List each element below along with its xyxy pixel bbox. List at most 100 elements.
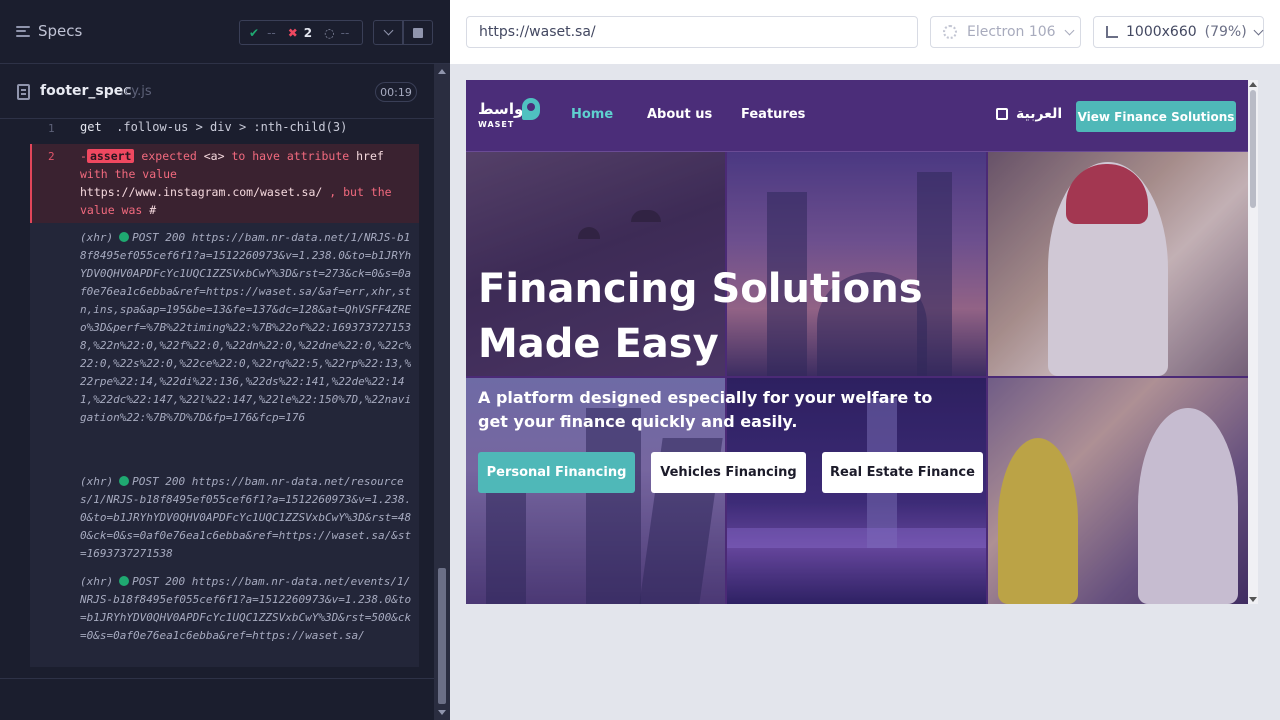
command-number: 1 <box>48 122 55 135</box>
location-pin-icon <box>522 98 540 120</box>
assert-text: to have attribute <box>231 149 350 163</box>
xhr-method: POST 200 <box>132 575 186 588</box>
real-estate-finance-button[interactable]: Real Estate Finance <box>822 452 983 493</box>
cross-icon: ✖ <box>287 25 298 40</box>
browser-label: Electron 106 <box>967 24 1056 40</box>
command-log: 1 get .follow-us > div > :nth-child(3) 2… <box>30 119 419 667</box>
aut-panel: https://waset.sa/ Electron 106 1000x660 … <box>450 0 1280 720</box>
image-overlay <box>988 152 1248 376</box>
command-number: 2 <box>48 150 55 163</box>
scrollbar-thumb[interactable] <box>438 568 446 704</box>
reporter-scrollbar[interactable] <box>434 64 450 720</box>
xhr-label: (xhr) <box>80 475 114 488</box>
file-icon <box>17 84 30 100</box>
command-row-get[interactable]: 1 get .follow-us > div > :nth-child(3) <box>30 119 419 144</box>
nav-about-link[interactable]: About us <box>647 107 712 122</box>
language-icon <box>996 108 1008 120</box>
waset-logo[interactable]: واسط WASET <box>478 98 540 132</box>
check-icon: ✔ <box>249 25 260 40</box>
spec-duration: 00:19 <box>375 82 417 102</box>
reporter-header: Specs ✔ -- ✖ 2 ◌ -- <box>0 0 450 64</box>
xhr-method: POST 200 <box>132 231 186 244</box>
specs-label: Specs <box>38 22 83 40</box>
status-dot-icon <box>119 576 130 586</box>
scroll-down-icon[interactable] <box>438 710 446 715</box>
assert-message: - assert expected <a> to have attribute h… <box>80 147 416 219</box>
failed-count: 2 <box>303 25 313 40</box>
command-name: get <box>80 120 102 134</box>
hero-title: Financing Solutions Made Easy <box>478 262 948 372</box>
xhr-entry[interactable]: (xhr) POST 200 https://bam.nr-data.net/ev… <box>80 573 415 645</box>
pending-count: -- <box>340 25 350 40</box>
vehicles-financing-button[interactable]: Vehicles Financing <box>651 452 806 493</box>
command-text: get .follow-us > div > :nth-child(3) <box>80 120 347 134</box>
viewport-zoom: (79%) <box>1204 24 1247 40</box>
specs-toggle[interactable]: Specs <box>16 22 82 40</box>
command-message: .follow-us > div > :nth-child(3) <box>116 120 348 134</box>
stop-button[interactable] <box>403 20 433 45</box>
hero-title-line: Financing Solutions <box>478 266 923 312</box>
xhr-entry[interactable]: (xhr) POST 200 https://bam.nr-data.net/re… <box>80 473 415 563</box>
xhr-entry[interactable]: (xhr) POST 200 https://bam.nr-data.net/1/… <box>80 229 415 427</box>
chevron-down-icon <box>1253 25 1264 35</box>
assert-prefix: - <box>80 149 87 163</box>
electron-icon <box>943 25 957 39</box>
status-dot-icon <box>119 476 130 486</box>
stop-icon <box>413 27 423 38</box>
xhr-label: (xhr) <box>80 231 114 244</box>
language-switch[interactable]: العربية <box>996 106 1062 122</box>
xhr-method: POST 200 <box>132 475 186 488</box>
xhr-label: (xhr) <box>80 575 114 588</box>
browser-selector[interactable]: Electron 106 <box>930 16 1081 48</box>
nav-features-link[interactable]: Features <box>741 107 805 122</box>
spec-file-row[interactable]: footer_spec .cy.js 00:19 <box>0 75 434 119</box>
chevron-down-icon <box>383 25 393 36</box>
logo-arabic: واسط <box>478 100 524 118</box>
hero-image-man-phone <box>988 152 1248 376</box>
scroll-up-icon[interactable] <box>1249 82 1257 87</box>
assert-attribute: href <box>356 149 384 163</box>
language-label: العربية <box>1016 106 1063 122</box>
hero-title-line: Made Easy <box>478 321 719 367</box>
viewport-size: 1000x660 <box>1126 24 1197 40</box>
url-bar[interactable]: https://waset.sa/ <box>466 16 918 48</box>
test-stats: ✔ -- ✖ 2 ◌ -- <box>239 20 363 45</box>
image-overlay <box>988 378 1248 604</box>
viewport-selector[interactable]: 1000x660 (79%) <box>1093 16 1264 48</box>
xhr-url: https://bam.nr-data.net/1/NRJS-b18f8495e… <box>80 231 412 424</box>
personal-financing-button[interactable]: Personal Financing <box>478 452 635 493</box>
xhr-url: https://bam.nr-data.net/events/1/NRJS-b1… <box>80 575 412 642</box>
spec-file-name: footer_spec <box>40 83 132 99</box>
chevron-down-icon <box>1064 25 1075 35</box>
view-finance-solutions-button[interactable]: View Finance Solutions <box>1076 101 1236 132</box>
nav-home-link[interactable]: Home <box>571 107 613 122</box>
reporter-panel: Specs ✔ -- ✖ 2 ◌ -- footer_spec .cy.js 0… <box>0 0 450 720</box>
assert-expected-value: https://www.instagram.com/waset.sa/ <box>80 185 323 199</box>
expand-button[interactable] <box>373 20 403 45</box>
xhr-url: https://bam.nr-data.net/resources/1/NRJS… <box>80 475 412 560</box>
scrollbar-thumb[interactable] <box>1250 90 1256 208</box>
scroll-up-icon[interactable] <box>438 69 446 74</box>
assert-actual-value: # <box>149 203 157 217</box>
hero-image-family <box>988 378 1248 604</box>
scroll-down-icon[interactable] <box>1249 597 1257 602</box>
xhr-log: (xhr) POST 200 https://bam.nr-data.net/1/… <box>30 223 419 667</box>
aut-iframe: واسط WASET Home About us Features العربي… <box>466 80 1248 604</box>
status-dot-icon <box>119 232 130 242</box>
menu-icon <box>16 25 30 37</box>
divider <box>0 678 434 679</box>
logo-english: WASET <box>478 120 515 129</box>
ruler-icon <box>1106 26 1118 38</box>
command-row-assert-failed[interactable]: 2 - assert expected <a> to have attribute… <box>30 144 419 223</box>
hero-subtitle: A platform designed especially for your … <box>478 388 933 431</box>
pending-icon: ◌ <box>324 25 335 40</box>
assert-badge: assert <box>86 149 135 163</box>
hero-section: Financing Solutions Made Easy A platform… <box>466 152 1248 604</box>
assert-text: with the value <box>80 167 177 181</box>
site-navbar: واسط WASET Home About us Features العربي… <box>466 80 1248 152</box>
assert-text: expected <box>141 149 197 163</box>
spec-file-ext: .cy.js <box>120 84 152 99</box>
aut-scrollbar[interactable] <box>1248 80 1258 604</box>
passed-count: -- <box>267 25 276 40</box>
assert-element: <a> <box>203 149 225 163</box>
